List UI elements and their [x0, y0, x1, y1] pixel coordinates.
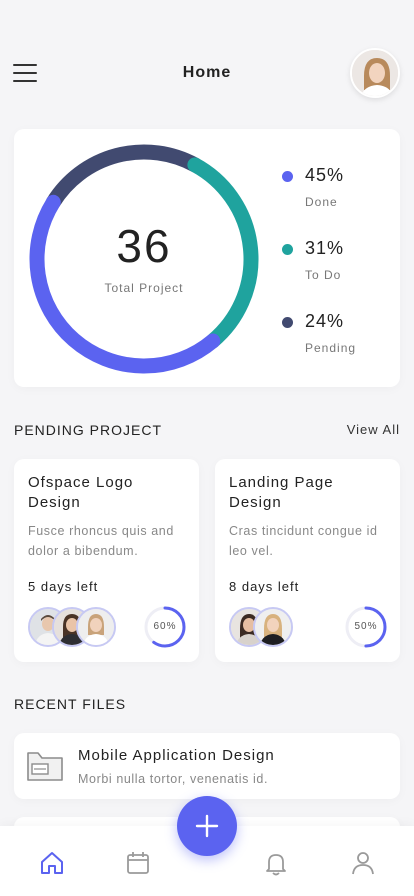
bell-icon[interactable] [263, 850, 289, 876]
calendar-icon[interactable] [125, 850, 151, 876]
project-title: Ofspace Logo Design [28, 474, 134, 511]
profile-avatar[interactable] [350, 48, 400, 98]
project-title: Landing Page Design [229, 474, 334, 511]
project-description: Fusce rhoncus quis and dolor a bibendum. [28, 524, 174, 558]
team-avatar [253, 607, 293, 647]
project-card[interactable]: Ofspace Logo Design Fusce rhoncus quis a… [14, 459, 199, 662]
project-summary-card: 36 Total Project 45% Done 31% To Do 24% … [14, 129, 400, 387]
project-days-left: 8 days left [229, 579, 300, 594]
total-projects-label: Total Project [104, 281, 184, 295]
pending-label: Pending [305, 341, 357, 355]
home-icon[interactable] [39, 850, 65, 876]
folder-icon [27, 752, 63, 781]
recent-section-title: RECENT FILES [14, 696, 127, 712]
file-item[interactable]: Mobile Application Design Morbi nulla to… [14, 733, 400, 799]
donut-center: 36 Total Project [28, 221, 260, 295]
done-label: Done [305, 195, 338, 209]
file-subtitle: Morbi nulla tortor, venenatis id. [78, 772, 269, 786]
user-icon[interactable] [350, 850, 376, 876]
project-days-left: 5 days left [28, 579, 99, 594]
todo-percent: 31% [305, 238, 345, 258]
project-progress-label: 50% [354, 621, 378, 632]
project-progress-label: 60% [153, 621, 177, 632]
total-projects-value: 36 [116, 220, 172, 272]
donut-segment-pending [45, 144, 203, 210]
done-percent: 45% [305, 165, 345, 185]
view-all-link[interactable]: View All [347, 422, 400, 437]
todo-dot-icon [282, 244, 293, 255]
pending-dot-icon [282, 317, 293, 328]
app-header: Home [0, 0, 414, 110]
team-avatar [76, 607, 116, 647]
add-button[interactable] [177, 796, 237, 856]
todo-label: To Do [305, 268, 342, 282]
pending-section-title: PENDING PROJECT [14, 422, 163, 438]
project-description: Cras tincidunt congue id leo vel. [229, 524, 378, 558]
pending-percent: 24% [305, 311, 345, 331]
done-dot-icon [282, 171, 293, 182]
project-card[interactable]: Landing Page Design Cras tincidunt congu… [215, 459, 400, 662]
file-title: Mobile Application Design [78, 747, 275, 764]
plus-icon [195, 814, 219, 838]
